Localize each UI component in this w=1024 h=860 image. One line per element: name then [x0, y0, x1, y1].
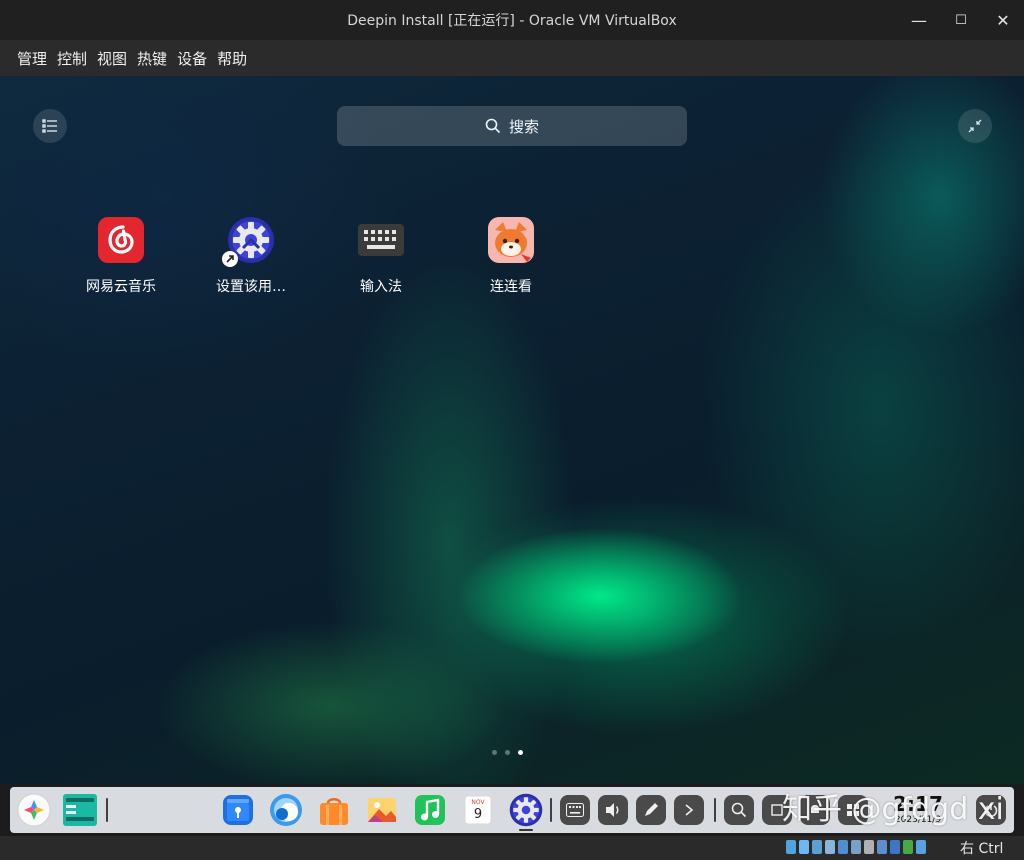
app-input-method[interactable]: 输入法: [321, 216, 441, 296]
window-titlebar: Deepin Install [正在运行] - Oracle VM Virtua…: [0, 0, 1024, 40]
page-indicator: [492, 750, 523, 755]
page-dot-active[interactable]: [518, 750, 523, 755]
fox-game-icon: [487, 216, 535, 264]
running-indicator: [519, 829, 533, 831]
menubar: 管理 控制 视图 热键 设备 帮助: [0, 40, 1024, 76]
device-status-icon[interactable]: [916, 840, 926, 854]
close-icon: ✕: [996, 10, 1010, 30]
device-status-icon[interactable]: [812, 840, 822, 854]
dock-separator: [714, 798, 716, 822]
chevron-right-icon: [685, 804, 694, 816]
search-button[interactable]: [724, 795, 754, 825]
device-status-icon[interactable]: [825, 840, 835, 854]
close-button[interactable]: ✕: [982, 0, 1024, 40]
search-icon: [485, 118, 501, 134]
page-dot[interactable]: [492, 750, 497, 755]
launcher-icon: [17, 793, 51, 827]
collapse-icon: [968, 119, 982, 133]
app-label: 设置该用…: [216, 279, 286, 295]
tray-expand-button[interactable]: [674, 795, 704, 825]
keyboard-icon: [566, 803, 584, 817]
launcher-button[interactable]: [16, 792, 52, 828]
dock-music[interactable]: [412, 792, 448, 828]
shortcut-arrow-icon: [222, 251, 238, 267]
app-store-icon: [223, 795, 253, 825]
dock-browser[interactable]: [268, 792, 304, 828]
search-placeholder: 搜索: [508, 117, 539, 136]
menu-help[interactable]: 帮助: [216, 48, 248, 69]
exit-fullscreen-button[interactable]: [958, 109, 992, 143]
launcher-desktop: 搜索 网易云音乐 设置该用… 输入法 连连看: [0, 76, 1024, 784]
host-key-label: 右 Ctrl: [960, 841, 1004, 857]
category-mode-button[interactable]: [33, 109, 67, 143]
vbox-statusbar: 右 Ctrl: [0, 836, 1024, 860]
app-label: 输入法: [360, 279, 402, 295]
window-controls: — ☐ ✕: [898, 0, 1024, 40]
dock-app-store[interactable]: [220, 792, 256, 828]
settings-gear-icon: [222, 216, 275, 267]
dock-store[interactable]: [316, 792, 352, 828]
search-box[interactable]: 搜索: [337, 106, 687, 146]
dock-settings[interactable]: [508, 792, 544, 831]
dock-separator: [106, 798, 108, 822]
page-dot[interactable]: [505, 750, 510, 755]
app-netease-music[interactable]: 网易云音乐: [61, 216, 181, 296]
keyboard-icon: [357, 216, 405, 264]
volume-icon: [606, 803, 619, 817]
device-status-icon[interactable]: [799, 840, 809, 854]
maximize-icon: ☐: [955, 12, 967, 28]
store-bag-icon: [320, 798, 348, 825]
music-icon: [415, 795, 445, 825]
device-status-icon[interactable]: [877, 840, 887, 854]
app-settings-default[interactable]: 设置该用…: [191, 216, 311, 296]
device-status-icon[interactable]: [851, 840, 861, 854]
device-status-icon[interactable]: [890, 840, 900, 854]
app-lianliankan[interactable]: 连连看: [451, 216, 571, 296]
dock-photos[interactable]: [364, 792, 400, 828]
device-status-icon[interactable]: [864, 840, 874, 854]
app-label: 连连看: [490, 279, 532, 295]
photos-icon: [368, 798, 396, 822]
browser-icon: [270, 794, 302, 826]
calendar-day: 9: [474, 807, 482, 822]
menu-view[interactable]: 视图: [96, 48, 128, 69]
calendar-month: NOV: [471, 799, 485, 806]
maximize-button[interactable]: ☐: [940, 0, 982, 40]
onscreen-keyboard-button[interactable]: [560, 795, 590, 825]
multitask-view-icon: [63, 794, 97, 826]
handwriting-button[interactable]: [636, 795, 666, 825]
window-title: Deepin Install [正在运行] - Oracle VM Virtua…: [347, 13, 677, 29]
dock-separator: [550, 798, 552, 822]
menu-manage[interactable]: 管理: [16, 48, 48, 69]
menu-control[interactable]: 控制: [56, 48, 88, 69]
search-icon: [731, 802, 747, 818]
device-status-icons: [786, 840, 926, 854]
device-status-icon[interactable]: [838, 840, 848, 854]
menu-devices[interactable]: 设备: [176, 48, 208, 69]
settings-gear-icon: [509, 793, 543, 827]
dock-calendar[interactable]: NOV 9: [460, 792, 496, 828]
volume-button[interactable]: [598, 795, 628, 825]
app-label: 网易云音乐: [86, 279, 156, 295]
menu-hotkey[interactable]: 热键: [136, 48, 168, 69]
minimize-button[interactable]: —: [898, 0, 940, 40]
calendar-icon: NOV 9: [464, 795, 492, 825]
device-status-icon[interactable]: [903, 840, 913, 854]
netease-music-icon: [97, 216, 145, 264]
watermark: 知乎 @gfdgd xi: [782, 792, 1004, 827]
multitask-view-button[interactable]: [62, 792, 98, 828]
device-status-icon[interactable]: [786, 840, 796, 854]
list-icon: [42, 119, 57, 133]
minimize-icon: —: [911, 10, 927, 30]
pen-icon: [645, 803, 658, 816]
